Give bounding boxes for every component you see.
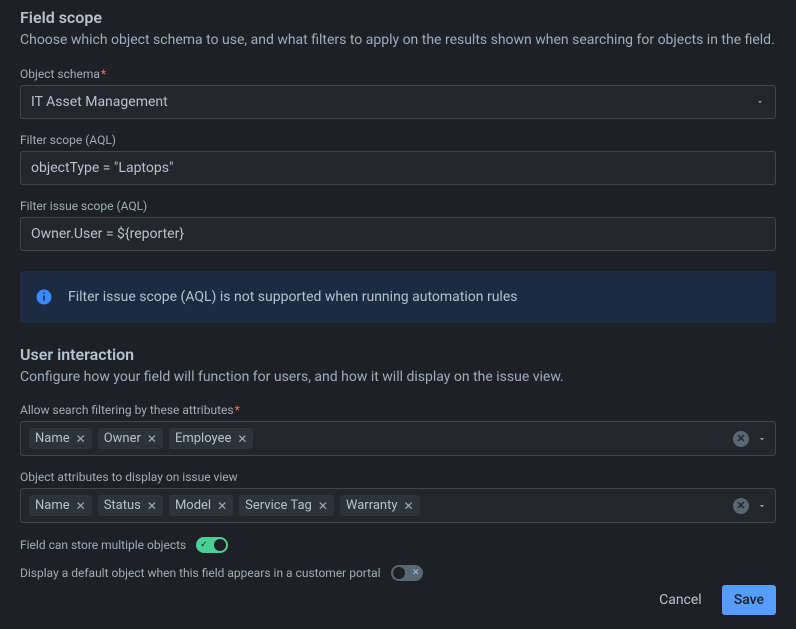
info-banner-text: Filter issue scope (AQL) is not supporte… — [68, 289, 517, 305]
clear-icon[interactable]: ✕ — [733, 498, 749, 514]
object-attrs-label: Object attributes to display on issue vi… — [20, 470, 776, 484]
default-toggle-label: Display a default object when this field… — [20, 566, 381, 580]
tag-label: Name — [35, 431, 70, 446]
field-scope-heading: Field scope — [20, 8, 776, 27]
info-icon — [34, 287, 54, 307]
chevron-down-icon — [755, 97, 765, 107]
remove-tag-icon[interactable]: ✕ — [147, 433, 157, 445]
chevron-down-icon[interactable] — [757, 501, 767, 511]
object-schema-label: Object schema* — [20, 67, 776, 81]
required-marker: * — [235, 403, 240, 417]
filter-issue-scope-input[interactable] — [20, 217, 776, 251]
user-interaction-desc: Configure how your field will function f… — [20, 368, 776, 388]
tag: Status ✕ — [98, 495, 163, 516]
tag-label: Owner — [104, 431, 141, 446]
clear-icon[interactable]: ✕ — [733, 431, 749, 447]
tag: Name ✕ — [29, 428, 92, 449]
save-button[interactable]: Save — [722, 585, 776, 615]
chevron-down-icon[interactable] — [757, 434, 767, 444]
required-marker: * — [101, 67, 106, 81]
remove-tag-icon[interactable]: ✕ — [404, 500, 414, 512]
object-schema-select[interactable]: IT Asset Management — [20, 85, 776, 119]
remove-tag-icon[interactable]: ✕ — [217, 500, 227, 512]
filter-scope-input[interactable] — [20, 151, 776, 185]
default-object-toggle[interactable]: ✕ — [391, 565, 423, 581]
tag: Service Tag ✕ — [239, 495, 334, 516]
user-interaction-heading: User interaction — [20, 345, 776, 364]
multi-objects-toggle[interactable]: ✓ — [196, 537, 228, 553]
tag-label: Status — [104, 498, 141, 513]
field-scope-desc: Choose which object schema to use, and w… — [20, 31, 776, 51]
tag: Name ✕ — [29, 495, 92, 516]
remove-tag-icon[interactable]: ✕ — [318, 500, 328, 512]
tag-label: Employee — [175, 431, 231, 446]
dialog-footer: Cancel Save — [647, 585, 776, 615]
tag: Warranty ✕ — [340, 495, 420, 516]
tag-label: Service Tag — [245, 498, 312, 513]
object-schema-value: IT Asset Management — [31, 94, 168, 110]
tag-label: Model — [175, 498, 211, 513]
tag-label: Name — [35, 498, 70, 513]
tag-label: Warranty — [346, 498, 398, 513]
tag: Employee ✕ — [169, 428, 254, 449]
tag: Model ✕ — [169, 495, 233, 516]
allow-search-label: Allow search filtering by these attribut… — [20, 403, 776, 417]
search-attributes-field[interactable]: Name ✕ Owner ✕ Employee ✕ ✕ — [20, 421, 776, 456]
filter-issue-scope-label: Filter issue scope (AQL) — [20, 199, 776, 213]
filter-scope-label: Filter scope (AQL) — [20, 133, 776, 147]
remove-tag-icon[interactable]: ✕ — [76, 433, 86, 445]
display-attributes-field[interactable]: Name✕Status✕Model✕Service Tag✕Warranty✕ … — [20, 488, 776, 523]
info-banner: Filter issue scope (AQL) is not supporte… — [20, 271, 776, 323]
remove-tag-icon[interactable]: ✕ — [76, 500, 86, 512]
cancel-button[interactable]: Cancel — [647, 585, 714, 615]
tag: Owner ✕ — [98, 428, 163, 449]
remove-tag-icon[interactable]: ✕ — [147, 500, 157, 512]
remove-tag-icon[interactable]: ✕ — [237, 433, 247, 445]
multi-toggle-label: Field can store multiple objects — [20, 538, 186, 552]
